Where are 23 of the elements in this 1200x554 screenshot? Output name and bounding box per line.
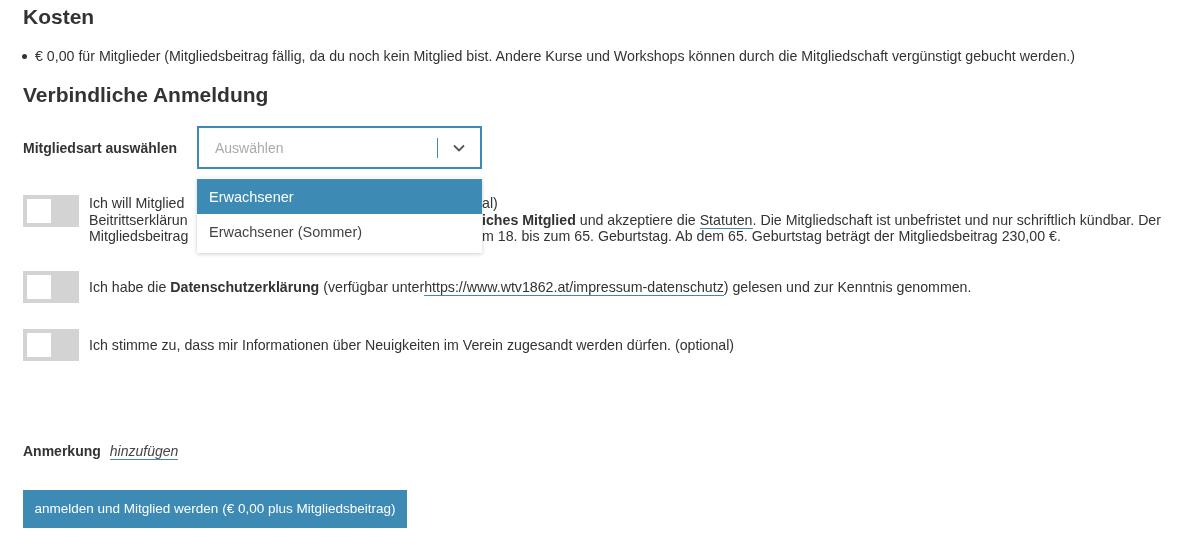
text-link[interactable]: Statuten bbox=[699, 211, 753, 229]
consent-text: iches Mitglied und akzeptiere die Statuten. Die Mitgliedschaft ist unbefristet und nur schriftlich kündbar. Der bbox=[482, 211, 1161, 228]
consent-text: Mitgliedsbeitrag bbox=[89, 228, 189, 244]
section-heading: Verbindliche Anmeldung bbox=[23, 82, 270, 108]
section-heading: Kosten bbox=[23, 4, 96, 30]
consent-text: Ich stimme zu, dass mir Informationen über Neuigkeiten im Verein zugesandt werden dürfen. (optional) bbox=[89, 336, 735, 353]
consent-text: Beitrittserklärun bbox=[89, 211, 188, 228]
submit-button[interactable]: anmelden und Mitglied werden (€ 0,00 plus Mitgliedsbeitrag) bbox=[23, 489, 407, 528]
consent-text: al) bbox=[482, 195, 498, 212]
consent-text: Ich habe die Datenschutzerklärung (verfügbar unterhttps://www.wtv1862.at/impressum-datenschutz) gelesen und zur Kenntnis genommen. bbox=[89, 278, 972, 296]
consent-text: m 18. bis zum 65. Geburtstag. Ab dem 65. Geburtstag beträgt der Mitgliedsbeitrag 230,00 €. bbox=[482, 228, 1061, 245]
price-text: € 0,00 für Mitglieder (Mitgliedsbeitrag fällig, da du noch kein Mitglied bist. Andere Kurse und Workshops können durch die Mitgliedschaft vergünstigt gebucht werden.) bbox=[35, 48, 1075, 64]
dropdown-option[interactable]: Erwachsener (Sommer) bbox=[197, 214, 482, 249]
consent-text: Ich will Mitglied bbox=[89, 195, 185, 211]
note-label: Anmerkung bbox=[23, 442, 101, 459]
field-label: Mitgliedsart auswählen bbox=[23, 139, 179, 156]
bullet-icon bbox=[22, 53, 27, 59]
add-note-link[interactable]: hinzufügen bbox=[109, 442, 179, 460]
text-link[interactable]: https://www.wtv1862.at/impressum-datenschutz bbox=[424, 278, 724, 296]
toggle-switch[interactable] bbox=[23, 270, 79, 303]
dropdown-option[interactable]: Erwachsener bbox=[197, 179, 482, 214]
toggle-switch[interactable] bbox=[23, 328, 79, 361]
toggle-switch[interactable] bbox=[23, 195, 79, 227]
